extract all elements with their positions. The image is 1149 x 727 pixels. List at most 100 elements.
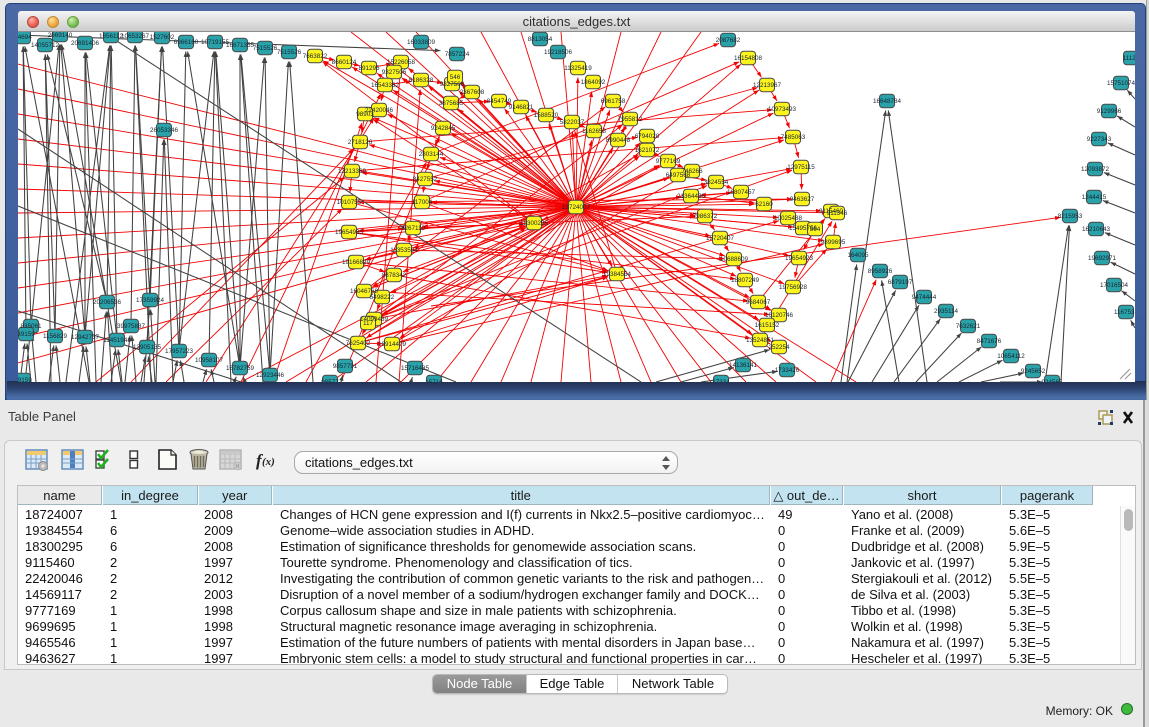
svg-text:6966160: 6966160 <box>174 39 199 46</box>
svg-text:19218506: 19218506 <box>544 49 573 56</box>
svg-text:19756928: 19756928 <box>779 284 808 291</box>
svg-text:9245652: 9245652 <box>1021 368 1046 375</box>
svg-text:9327506: 9327506 <box>382 69 407 76</box>
svg-text:9857791: 9857791 <box>333 363 358 370</box>
svg-text:12942737: 12942737 <box>71 334 100 341</box>
svg-text:10654112: 10654112 <box>997 353 1025 360</box>
svg-text:14136141: 14136141 <box>729 362 758 369</box>
svg-text:1527602: 1527602 <box>150 34 175 41</box>
svg-text:17957223: 17957223 <box>165 348 194 355</box>
svg-text:7663822: 7663822 <box>303 53 328 60</box>
svg-text:7955812: 7955812 <box>618 116 643 123</box>
svg-text:7632621: 7632621 <box>956 323 981 330</box>
svg-text:12975115: 12975115 <box>787 164 815 171</box>
svg-text:5498222: 5498222 <box>370 294 395 301</box>
svg-text:16914479: 16914479 <box>378 341 407 348</box>
svg-text:891295: 891295 <box>358 65 380 72</box>
svg-text:11451941: 11451941 <box>103 337 131 344</box>
svg-text:2935114: 2935114 <box>934 308 959 315</box>
svg-text:9227343: 9227343 <box>1087 136 1112 143</box>
svg-text:1588520: 1588520 <box>534 112 559 119</box>
svg-text:62160: 62160 <box>755 201 773 208</box>
svg-text:18724007: 18724007 <box>562 204 591 211</box>
svg-text:117004: 117004 <box>412 199 433 206</box>
svg-text:1621072: 1621072 <box>635 147 660 154</box>
svg-text:8878342: 8878342 <box>382 272 407 279</box>
svg-text:1010755: 1010755 <box>337 199 362 206</box>
svg-text:2803144: 2803144 <box>419 151 444 158</box>
svg-text:7485063: 7485063 <box>781 134 806 141</box>
svg-text:6961758: 6961758 <box>601 98 626 105</box>
svg-text:1733426: 1733426 <box>775 367 800 374</box>
svg-text:10025488: 10025488 <box>774 215 803 222</box>
svg-text:835061: 835061 <box>20 323 42 330</box>
svg-text:1162658: 1162658 <box>582 128 607 135</box>
svg-text:1615152: 1615152 <box>755 322 780 329</box>
svg-text:2718126: 2718126 <box>348 139 373 146</box>
svg-text:6794028: 6794028 <box>635 133 660 140</box>
svg-text:8813054: 8813054 <box>528 36 553 43</box>
svg-text:98903: 98903 <box>356 111 374 118</box>
svg-text:8267110: 8267110 <box>401 225 426 232</box>
svg-text:10958107: 10958107 <box>195 357 224 364</box>
svg-text:6497568: 6497568 <box>666 172 691 179</box>
svg-text:18300295: 18300295 <box>520 220 549 227</box>
svg-text:16782759: 16782759 <box>226 365 255 372</box>
svg-text:7515526: 7515526 <box>253 45 278 52</box>
svg-text:164095: 164095 <box>847 252 869 259</box>
svg-text:16120746: 16120746 <box>765 312 794 319</box>
svg-text:19384554: 19384554 <box>603 271 632 278</box>
svg-text:16543362: 16543362 <box>371 82 400 89</box>
svg-text:39159: 39159 <box>18 377 32 382</box>
svg-text:1864092: 1864092 <box>581 79 606 86</box>
svg-text:12213369: 12213369 <box>338 168 367 175</box>
svg-text:8471676: 8471676 <box>977 338 1002 345</box>
svg-text:8186328: 8186328 <box>409 77 434 84</box>
svg-text:15720407: 15720407 <box>706 235 735 242</box>
svg-text:7515526: 7515526 <box>277 49 302 56</box>
svg-text:10807457: 10807457 <box>727 189 756 196</box>
svg-text:9463627: 9463627 <box>790 196 815 203</box>
svg-text:5822037: 5822037 <box>560 119 585 126</box>
svg-text:546: 546 <box>450 74 461 81</box>
svg-text:12923446: 12923446 <box>256 372 285 379</box>
svg-text:98577: 98577 <box>321 379 339 382</box>
svg-text:19654983: 19654983 <box>335 229 364 236</box>
svg-text:8958926: 8958926 <box>868 268 893 275</box>
svg-text:20206536: 20206536 <box>93 299 122 306</box>
svg-text:8215953: 8215953 <box>1058 213 1083 220</box>
svg-text:11121: 11121 <box>1123 55 1135 62</box>
svg-text:9899695: 9899695 <box>821 239 846 246</box>
svg-text:17359924: 17359924 <box>136 297 165 304</box>
svg-text:9129966: 9129966 <box>1097 108 1122 115</box>
svg-text:7986372: 7986372 <box>693 213 718 220</box>
svg-text:21364436: 21364436 <box>677 193 706 200</box>
svg-text:1244415: 1244415 <box>1082 194 1107 201</box>
svg-text:2367608: 2367608 <box>460 89 485 96</box>
svg-text:924565: 924565 <box>1041 379 1063 382</box>
svg-text:1656112: 1656112 <box>99 33 124 40</box>
svg-text:39159: 39159 <box>18 331 35 338</box>
svg-text:1156829: 1156829 <box>43 333 68 340</box>
svg-text:24694: 24694 <box>18 34 32 41</box>
svg-text:15716: 15716 <box>425 379 443 382</box>
svg-text:7625402: 7625402 <box>346 340 371 347</box>
svg-text:564: 564 <box>810 226 821 233</box>
svg-text:3824554: 3824554 <box>704 179 729 186</box>
svg-text:2087682: 2087682 <box>716 37 741 44</box>
svg-text:16033809: 16033809 <box>407 39 436 46</box>
svg-text:3875685: 3875685 <box>439 100 464 107</box>
svg-text:11353594: 11353594 <box>390 247 418 254</box>
svg-text:6879197: 6879197 <box>888 279 913 286</box>
svg-text:12213967: 12213967 <box>753 82 782 89</box>
svg-text:117: 117 <box>363 320 374 327</box>
svg-text:252254: 252254 <box>768 344 790 351</box>
svg-text:18807249: 18807249 <box>731 277 760 284</box>
svg-text:2669140: 2669140 <box>48 32 73 39</box>
svg-text:9327508: 9327508 <box>440 81 465 88</box>
svg-text:19166829: 19166829 <box>342 259 371 266</box>
svg-text:9777169: 9777169 <box>656 158 681 165</box>
svg-text:10973493: 10973493 <box>768 106 797 113</box>
svg-text:14055712: 14055712 <box>31 42 60 49</box>
svg-text:16210643: 16210643 <box>1082 226 1111 233</box>
